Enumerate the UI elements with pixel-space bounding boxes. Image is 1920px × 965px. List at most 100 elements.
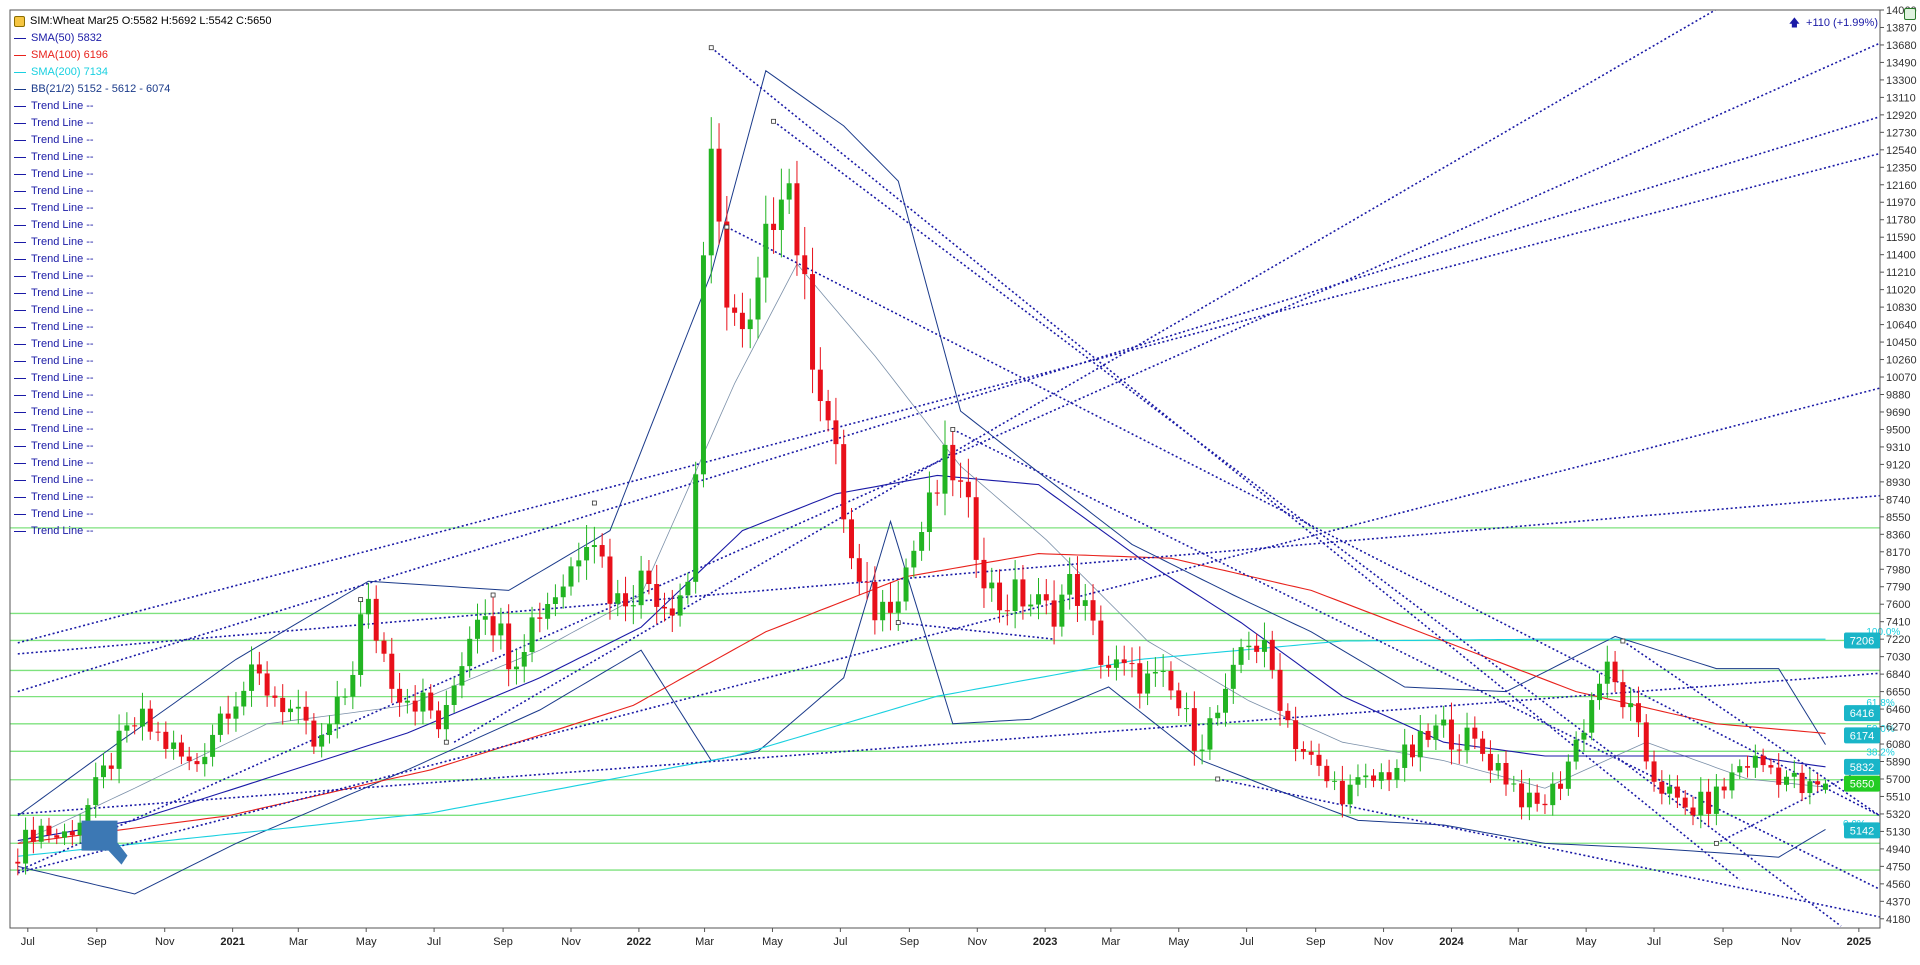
candle-body: [849, 519, 854, 559]
candle-body: [342, 696, 348, 698]
price-box-label: 6416: [1850, 708, 1874, 720]
candle-body: [1799, 772, 1805, 794]
legend-swatch: [14, 38, 26, 39]
candle-body: [630, 605, 636, 607]
legend-swatch: [14, 446, 26, 447]
legend-item[interactable]: Trend Line --: [14, 285, 272, 302]
candle-body: [1472, 727, 1478, 739]
legend-item[interactable]: Trend Line --: [14, 421, 272, 438]
legend-item[interactable]: Trend Line --: [14, 200, 272, 217]
legend-item[interactable]: Trend Line --: [14, 166, 272, 183]
x-tick-label: May: [1576, 936, 1597, 948]
legend-item[interactable]: Trend Line --: [14, 438, 272, 455]
y-tick-label: 7220: [1886, 634, 1910, 646]
legend-item[interactable]: Trend Line --: [14, 319, 272, 336]
legend-item[interactable]: Trend Line --: [14, 387, 272, 404]
legend-label: Trend Line --: [31, 406, 94, 418]
legend-item[interactable]: Trend Line --: [14, 336, 272, 353]
legend-item[interactable]: Trend Line --: [14, 523, 272, 540]
price-box-label: 7206: [1850, 635, 1874, 647]
x-tick-label: Sep: [87, 936, 107, 948]
y-tick-label: 12920: [1886, 110, 1917, 122]
candle-body: [1573, 739, 1579, 762]
legend-item[interactable]: Trend Line --: [14, 98, 272, 115]
legend-swatch: [14, 72, 26, 73]
y-tick-label: 13870: [1886, 22, 1917, 34]
price-box-label: 5650: [1850, 779, 1874, 791]
candle-body: [467, 638, 473, 667]
symbol-icon: [14, 16, 25, 27]
legend-item[interactable]: BB(21/2) 5152 - 5612 - 6074: [14, 81, 272, 98]
candle-body: [1807, 781, 1813, 794]
legend-item[interactable]: Trend Line --: [14, 370, 272, 387]
x-tick-label: May: [1168, 936, 1189, 948]
legend-item[interactable]: Trend Line --: [14, 268, 272, 285]
candle-body: [685, 581, 691, 596]
y-tick-label: 7600: [1886, 599, 1910, 611]
legend-item[interactable]: SMA(100) 6196: [14, 47, 272, 64]
candle-body: [763, 223, 769, 278]
candle-body: [186, 756, 192, 762]
legend-swatch: [14, 225, 26, 226]
y-tick-label: 12350: [1886, 162, 1917, 174]
legend-item[interactable]: Trend Line --: [14, 302, 272, 319]
candle-body: [973, 497, 979, 560]
candle-body: [1690, 807, 1696, 816]
legend-item[interactable]: Trend Line --: [14, 472, 272, 489]
y-tick-label: 11400: [1886, 250, 1916, 262]
price-box-label: 6174: [1850, 730, 1874, 742]
price-chart[interactable]: 100.0%61.8%50.0%38.2%0.0% 14060138701368…: [0, 0, 1920, 965]
candle-body: [490, 616, 496, 636]
legend-swatch: [14, 395, 26, 396]
legend-item[interactable]: Trend Line --: [14, 115, 272, 132]
legend-item[interactable]: Trend Line --: [14, 506, 272, 523]
candle-body: [241, 690, 247, 707]
legend-label: Trend Line --: [31, 117, 94, 129]
legend-item[interactable]: Trend Line --: [14, 217, 272, 234]
legend-item[interactable]: Trend Line --: [14, 455, 272, 472]
legend-label: Trend Line --: [31, 457, 94, 469]
x-tick-label: Mar: [695, 936, 714, 948]
legend-item[interactable]: Trend Line --: [14, 251, 272, 268]
candle-body: [1386, 772, 1392, 780]
legend-item[interactable]: Trend Line --: [14, 353, 272, 370]
legend-item[interactable]: SMA(200) 7134: [14, 64, 272, 81]
candle-body: [295, 706, 301, 709]
candle-body: [1597, 683, 1602, 701]
candle-body: [1176, 690, 1182, 709]
trend-anchor-marker: [591, 500, 597, 506]
y-tick-label: 8930: [1886, 477, 1910, 489]
candle-body: [443, 704, 449, 730]
candle-body: [404, 700, 410, 703]
lock-icon[interactable]: [1904, 8, 1916, 20]
legend-item[interactable]: Trend Line --: [14, 234, 272, 251]
y-tick-label: 4180: [1886, 914, 1910, 926]
legend-item[interactable]: Trend Line --: [14, 404, 272, 421]
legend-item[interactable]: Trend Line --: [14, 132, 272, 149]
candle-body: [677, 595, 683, 616]
x-tick-label: Sep: [1306, 936, 1326, 948]
candle-body: [139, 708, 145, 727]
y-tick-label: 11590: [1886, 232, 1916, 244]
y-tick-label: 10640: [1886, 320, 1917, 332]
candle-body: [1145, 673, 1151, 694]
y-tick-label: 11210: [1886, 267, 1916, 279]
candle-body: [1215, 712, 1221, 719]
legend-item[interactable]: Trend Line --: [14, 183, 272, 200]
legend-item[interactable]: Trend Line --: [14, 149, 272, 166]
candle-body: [1542, 803, 1548, 806]
candle-body: [1628, 703, 1634, 708]
candle-body: [545, 603, 551, 619]
candle-body: [1784, 776, 1789, 785]
candle-body: [225, 713, 231, 719]
legend-swatch: [14, 327, 26, 328]
legend-item[interactable]: Trend Line --: [14, 489, 272, 506]
legend-label: Trend Line --: [31, 134, 94, 146]
legend-item[interactable]: SMA(50) 5832: [14, 30, 272, 47]
y-tick-label: 7790: [1886, 582, 1910, 594]
y-tick-label: 7980: [1886, 564, 1910, 576]
legend-label: Trend Line --: [31, 321, 94, 333]
legend-swatch: [14, 106, 26, 107]
legend-header[interactable]: SIM:Wheat Mar25 O:5582 H:5692 L:5542 C:5…: [14, 13, 272, 30]
legend-swatch: [14, 531, 26, 532]
